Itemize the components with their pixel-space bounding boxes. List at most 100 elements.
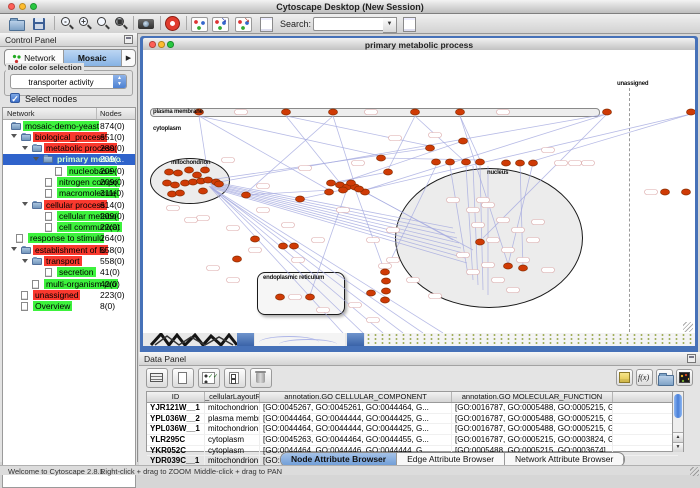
network-node[interactable] (279, 243, 288, 249)
advanced-search-button[interactable] (401, 16, 419, 31)
layout-button-2[interactable]: ↘ (235, 16, 253, 31)
network-node[interactable] (529, 160, 538, 166)
select-attributes-button[interactable] (146, 368, 168, 388)
network-node[interactable] (446, 159, 455, 165)
network-node[interactable] (384, 169, 393, 175)
select-nodes-checkbox[interactable]: ✓ (10, 93, 20, 103)
tree-row[interactable]: nucleobase-209(0) (3, 165, 135, 176)
network-node[interactable] (682, 189, 691, 195)
network-node[interactable] (687, 109, 696, 115)
network-node[interactable] (382, 278, 391, 284)
network-node[interactable] (603, 109, 612, 115)
network-node[interactable] (165, 169, 174, 175)
network-node[interactable] (426, 145, 435, 151)
network-node[interactable] (411, 109, 420, 115)
expander-icon[interactable] (11, 134, 17, 138)
network-node[interactable] (290, 243, 299, 249)
network-node[interactable] (367, 290, 376, 296)
table-row[interactable]: YPL036W__1mitochondrion[GO:0044464, GO:0… (147, 424, 678, 435)
tree-row[interactable]: cellular process614(0) (3, 199, 135, 210)
attribute-table-header[interactable]: ID_cellularLayoutRegionannotation.GO CEL… (147, 392, 678, 403)
network-node[interactable] (176, 190, 185, 196)
network-node[interactable] (282, 109, 291, 115)
expander-icon[interactable] (22, 146, 28, 150)
attribute-table[interactable]: ID_cellularLayoutRegionannotation.GO CEL… (146, 391, 679, 452)
save-session-button[interactable] (31, 16, 49, 31)
network-node[interactable] (661, 189, 670, 195)
scroll-up-button[interactable]: ▲ (673, 432, 683, 442)
tree-row[interactable]: Overview8(0) (3, 301, 135, 312)
network-node[interactable] (276, 294, 285, 300)
tree-row[interactable]: mosaic-demo-yeast874(0) (3, 120, 135, 131)
create-attribute-button[interactable] (172, 368, 194, 388)
help-button[interactable] (165, 16, 183, 31)
window-resize-grip[interactable] (690, 467, 699, 476)
expander-icon[interactable] (33, 157, 39, 161)
network-node[interactable] (242, 192, 251, 198)
network-graph[interactable] (143, 50, 695, 333)
network-node[interactable] (432, 159, 441, 165)
search-dropdown-button[interactable]: ▼ (383, 17, 397, 33)
zoom-out-button[interactable]: - (58, 16, 76, 31)
column-header[interactable]: annotation.GO CELLULAR_COMPONENT (260, 392, 452, 402)
network-node[interactable] (193, 172, 202, 178)
tree-row[interactable]: primary metabo209(... (3, 154, 135, 165)
open-session-button[interactable] (8, 16, 26, 31)
network-node[interactable] (174, 170, 183, 176)
expander-icon[interactable] (22, 202, 28, 206)
network-overview-button[interactable] (191, 16, 209, 31)
network-node[interactable] (347, 180, 356, 186)
network-node[interactable] (381, 297, 390, 303)
table-row[interactable]: YJR121W__1mitochondrion[GO:0045267, GO:0… (147, 403, 678, 414)
network-node[interactable] (381, 269, 390, 275)
expander-icon[interactable] (22, 259, 28, 263)
network-node[interactable] (168, 191, 177, 197)
table-row[interactable]: YLR295Ccytoplasm[GO:0045263, GO:0044464,… (147, 435, 678, 446)
snapshot-button[interactable] (138, 16, 156, 31)
network-node[interactable] (339, 187, 348, 193)
formula-builder-button[interactable]: f(x) (636, 369, 653, 386)
scrollbar-thumb[interactable] (674, 394, 682, 418)
network-node[interactable] (215, 181, 224, 187)
network-node[interactable] (504, 263, 513, 269)
column-header[interactable]: ID (147, 392, 205, 402)
float-panel-icon[interactable] (687, 354, 696, 363)
delete-attribute-button[interactable] (250, 368, 272, 388)
tree-row[interactable]: metabolic process280(0) (3, 143, 135, 154)
tree-row[interactable]: establishment of lo558(0) (3, 244, 135, 255)
network-node[interactable] (377, 155, 386, 161)
network-node[interactable] (185, 167, 194, 173)
tree-row[interactable]: cellular metabo209(0) (3, 210, 135, 221)
network-node[interactable] (476, 239, 485, 245)
network-node[interactable] (355, 186, 364, 192)
search-config-button[interactable] (258, 16, 276, 31)
network-node[interactable] (163, 180, 172, 186)
tree-row[interactable]: biological_process651(0) (3, 131, 135, 142)
canvas-resize-grip[interactable] (683, 322, 693, 332)
network-node[interactable] (233, 256, 242, 262)
table-scrollbar[interactable]: ▲ ▼ (672, 391, 684, 452)
import-attributes-button[interactable] (656, 369, 673, 386)
zoom-in-button[interactable]: + (76, 16, 94, 31)
tree-row[interactable]: cell communicat22(0) (3, 222, 135, 233)
select-all-attributes-button[interactable] (198, 368, 220, 388)
network-node[interactable] (171, 182, 180, 188)
tree-row[interactable]: transport558(0) (3, 256, 135, 267)
tree-row[interactable]: nitrogen compo209(0) (3, 176, 135, 187)
tree-row[interactable]: macromolecule311(0) (3, 188, 135, 199)
attribute-matrix-button[interactable] (676, 369, 693, 386)
search-input[interactable] (313, 17, 387, 31)
float-panel-icon[interactable] (124, 35, 133, 44)
network-node[interactable] (306, 294, 315, 300)
network-node[interactable] (456, 109, 465, 115)
scroll-down-button[interactable]: ▼ (673, 442, 683, 452)
column-header[interactable]: annotation.GO MOLECULAR_FUNCTION (452, 392, 613, 402)
network-node[interactable] (181, 180, 190, 186)
network-node[interactable] (502, 160, 511, 166)
tree-row[interactable]: response to stimulu264(0) (3, 233, 135, 244)
zoom-selected-button[interactable]: ▣ (112, 16, 130, 31)
unselect-all-attributes-button[interactable] (224, 368, 246, 388)
zoom-fit-button[interactable] (94, 16, 112, 31)
tree-row[interactable]: secretion41(0) (3, 267, 135, 278)
network-node[interactable] (382, 288, 391, 294)
